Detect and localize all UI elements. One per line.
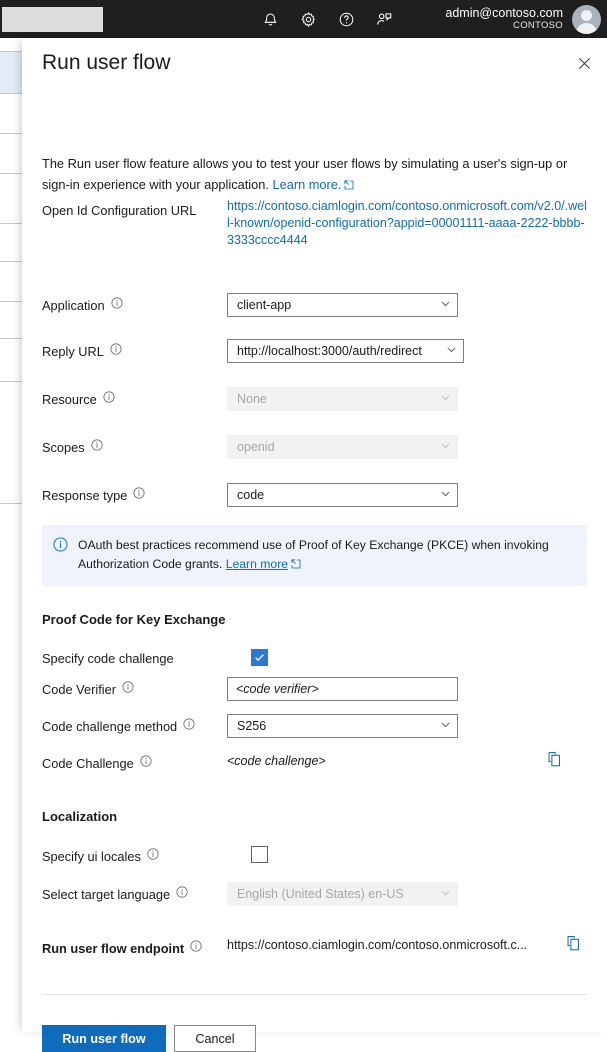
chevron-down-icon — [440, 440, 451, 454]
info-icon[interactable] — [111, 296, 123, 314]
background-list-row[interactable] — [0, 38, 22, 52]
external-link-icon — [291, 556, 301, 575]
code-challenge-label: Code Challenge — [42, 756, 134, 771]
chevron-down-icon — [440, 298, 451, 312]
resource-value: None — [237, 392, 434, 406]
info-icon[interactable] — [122, 680, 134, 698]
topbar-icon-group — [260, 0, 394, 38]
background-list-row[interactable] — [0, 302, 22, 339]
close-icon[interactable] — [568, 47, 600, 79]
background-list-row-selected[interactable] — [0, 52, 22, 94]
response-type-label: Response type — [42, 488, 127, 503]
redacted-breadcrumb-block — [2, 7, 103, 32]
notifications-icon[interactable] — [260, 9, 280, 29]
specify-ui-locales-row: Specify ui locales — [42, 844, 587, 868]
response-type-value: code — [237, 488, 434, 502]
avatar-body — [576, 23, 597, 34]
blade-body: The Run user flow feature allows you to … — [22, 93, 607, 1032]
help-question-icon[interactable] — [336, 9, 356, 29]
scopes-select: openid — [227, 435, 458, 459]
reply-url-label: Reply URL — [42, 344, 104, 359]
info-circle-icon — [53, 537, 71, 575]
cancel-button[interactable]: Cancel — [174, 1025, 256, 1052]
info-icon[interactable] — [91, 438, 103, 456]
blade-header: Run user flow — [22, 38, 607, 93]
info-icon[interactable] — [190, 939, 202, 957]
info-icon[interactable] — [133, 486, 145, 504]
application-label: Application — [42, 298, 105, 313]
code-challenge-value: <code challenge> — [227, 754, 326, 768]
openid-config-url[interactable]: https://contoso.ciamlogin.com/contoso.on… — [227, 198, 587, 249]
pkce-section-title: Proof Code for Key Exchange — [42, 612, 225, 627]
specify-code-challenge-checkbox[interactable] — [251, 649, 268, 666]
footer-divider — [42, 994, 587, 995]
pkce-banner-text: OAuth best practices recommend use of Pr… — [78, 536, 575, 575]
account-tenant: CONTOSO — [513, 20, 563, 32]
background-list-row[interactable] — [0, 382, 22, 504]
top-command-bar: admin@contoso.com CONTOSO — [0, 0, 607, 38]
feedback-person-icon[interactable] — [374, 9, 394, 29]
reply-url-value: http://localhost:3000/auth/redirect — [237, 344, 440, 358]
application-select[interactable]: client-app — [227, 293, 458, 317]
blade-description: The Run user flow feature allows you to … — [42, 153, 587, 196]
background-list-row[interactable] — [0, 94, 22, 134]
background-list-row[interactable] — [0, 339, 22, 382]
avatar[interactable] — [572, 5, 601, 34]
learn-more-link[interactable]: Learn more. — [272, 177, 341, 192]
run-user-flow-button[interactable]: Run user flow — [42, 1025, 166, 1052]
code-challenge-method-label: Code challenge method — [42, 719, 177, 734]
background-list-row[interactable] — [0, 262, 22, 302]
chevron-down-icon — [440, 488, 451, 502]
run-user-flow-blade: Run user flow The Run user flow feature … — [22, 38, 607, 1032]
background-list-row[interactable] — [0, 174, 22, 224]
info-icon[interactable] — [176, 885, 188, 903]
pkce-banner-message: OAuth best practices recommend use of Pr… — [78, 538, 549, 571]
reply-url-select[interactable]: http://localhost:3000/auth/redirect — [227, 339, 464, 363]
chevron-down-icon — [440, 719, 451, 733]
scopes-value: openid — [237, 440, 434, 454]
specify-code-challenge-row: Specify code challenge — [42, 646, 587, 670]
settings-gear-icon[interactable] — [298, 9, 318, 29]
code-challenge-method-value: S256 — [237, 719, 434, 733]
specify-code-challenge-label: Specify code challenge — [42, 651, 174, 666]
resource-label: Resource — [42, 392, 97, 407]
background-list — [0, 38, 22, 1032]
target-language-label: Select target language — [42, 887, 170, 902]
code-verifier-value: <code verifier> — [236, 682, 319, 696]
avatar-head — [581, 10, 592, 21]
info-icon[interactable] — [147, 847, 159, 865]
pkce-learn-more-link[interactable]: Learn more — [226, 557, 288, 571]
specify-ui-locales-label: Specify ui locales — [42, 849, 141, 864]
account-info[interactable]: admin@contoso.com CONTOSO — [445, 0, 563, 38]
external-link-icon — [344, 175, 354, 196]
info-icon[interactable] — [110, 342, 122, 360]
pkce-info-banner: OAuth best practices recommend use of Pr… — [42, 525, 587, 586]
copy-endpoint-icon[interactable] — [565, 934, 585, 954]
application-value: client-app — [237, 298, 434, 312]
chevron-down-icon — [446, 344, 457, 358]
chevron-down-icon — [440, 887, 451, 901]
target-language-select: English (United States) en-US — [227, 882, 458, 906]
copy-code-challenge-icon[interactable] — [546, 750, 566, 770]
account-email: admin@contoso.com — [445, 6, 563, 20]
code-verifier-input[interactable]: <code verifier> — [227, 677, 458, 701]
info-icon[interactable] — [183, 717, 195, 735]
code-verifier-label: Code Verifier — [42, 682, 116, 697]
endpoint-label: Run user flow endpoint — [42, 941, 184, 956]
info-icon[interactable] — [140, 754, 152, 772]
target-language-value: English (United States) en-US — [237, 887, 434, 901]
specify-ui-locales-checkbox[interactable] — [251, 846, 268, 863]
page-title: Run user flow — [42, 51, 170, 75]
endpoint-value: https://contoso.ciamlogin.com/contoso.on… — [227, 938, 527, 952]
background-list-row[interactable] — [0, 224, 22, 262]
response-type-select[interactable]: code — [227, 483, 458, 507]
code-challenge-method-select[interactable]: S256 — [227, 714, 458, 738]
openid-config-label: Open Id Configuration URL — [42, 203, 196, 218]
scopes-label: Scopes — [42, 440, 85, 455]
resource-select: None — [227, 387, 458, 411]
background-list-row[interactable] — [0, 134, 22, 174]
localization-section-title: Localization — [42, 809, 117, 824]
chevron-down-icon — [440, 392, 451, 406]
info-icon[interactable] — [103, 390, 115, 408]
